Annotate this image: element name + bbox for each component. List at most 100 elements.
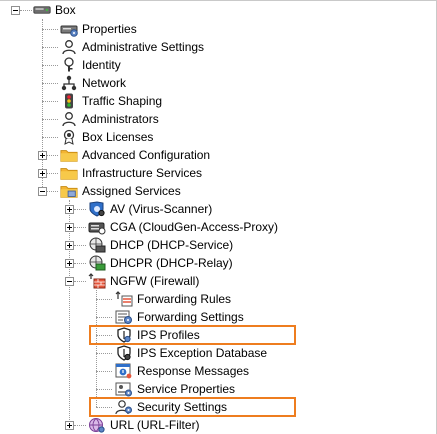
node-label: Identity xyxy=(82,58,121,72)
expand-dhcp-toggle[interactable] xyxy=(65,241,74,250)
collapse-box-toggle[interactable] xyxy=(11,6,20,15)
node-label: Response Messages xyxy=(137,364,250,378)
access-proxy-icon xyxy=(88,218,106,236)
tree-node-cga[interactable]: CGA (CloudGen-Access-Proxy) xyxy=(88,218,278,236)
tree-connector xyxy=(74,281,86,282)
tree-connector xyxy=(96,389,112,390)
administrators-icon xyxy=(60,110,78,128)
node-label: AV (Virus-Scanner) xyxy=(110,202,213,216)
tree-node-advanced-configuration[interactable]: Advanced Configuration xyxy=(60,146,210,164)
highlight-security-settings xyxy=(89,397,296,417)
node-label: Box Licenses xyxy=(82,130,154,144)
expand-av-toggle[interactable] xyxy=(65,205,74,214)
tree-connector xyxy=(42,47,58,48)
service-properties-icon xyxy=(115,380,133,398)
tree-node-box[interactable]: Box xyxy=(33,1,76,19)
expand-advanced-configuration-toggle[interactable] xyxy=(38,151,47,160)
tree-node-identity[interactable]: Identity xyxy=(60,56,121,74)
admin-user-icon xyxy=(60,38,78,56)
configuration-tree: Box Properties Administrative Settings I… xyxy=(0,0,437,434)
node-label: Service Properties xyxy=(137,382,236,396)
tree-connector xyxy=(42,19,43,191)
dhcp-service-icon xyxy=(88,236,106,254)
node-label: IPS Exception Database xyxy=(137,346,268,360)
tree-node-administrators[interactable]: Administrators xyxy=(60,110,159,128)
tree-connector xyxy=(74,263,86,264)
node-label: Administrative Settings xyxy=(82,40,205,54)
tree-connector xyxy=(42,119,58,120)
response-messages-icon xyxy=(115,362,133,380)
tree-node-infrastructure-services[interactable]: Infrastructure Services xyxy=(60,164,202,182)
tree-node-network[interactable]: Network xyxy=(60,74,126,92)
expand-cga-toggle[interactable] xyxy=(65,223,74,232)
tree-node-traffic-shaping[interactable]: Traffic Shaping xyxy=(60,92,162,110)
tree-connector xyxy=(47,191,58,192)
tree-connector xyxy=(74,425,86,426)
node-label: Forwarding Settings xyxy=(137,310,244,324)
tree-connector xyxy=(47,155,58,156)
license-seal-icon xyxy=(60,128,78,146)
tree-connector xyxy=(69,200,70,426)
tree-connector xyxy=(42,65,58,66)
tree-node-properties[interactable]: Properties xyxy=(60,20,137,38)
firewall-icon xyxy=(88,272,106,290)
tree-node-service-properties[interactable]: Service Properties xyxy=(115,380,235,398)
tree-connector xyxy=(42,137,58,138)
node-label: Network xyxy=(82,76,127,90)
node-label: Infrastructure Services xyxy=(82,166,203,180)
url-filter-icon xyxy=(88,416,106,434)
collapse-ngfw-toggle[interactable] xyxy=(65,277,74,286)
node-label: Assigned Services xyxy=(82,184,181,198)
tree-node-ips-exception-database[interactable]: IPS Exception Database xyxy=(115,344,267,362)
tree-connector xyxy=(74,227,86,228)
tree-connector xyxy=(96,299,112,300)
tree-node-forwarding-settings[interactable]: Forwarding Settings xyxy=(115,308,244,326)
collapse-assigned-services-toggle[interactable] xyxy=(38,187,47,196)
forwarding-rules-icon xyxy=(115,290,133,308)
tree-node-assigned-services[interactable]: Assigned Services xyxy=(60,182,181,200)
server-box-icon xyxy=(33,1,51,19)
tree-connector xyxy=(42,29,58,30)
tree-connector xyxy=(74,209,86,210)
node-label: NGFW (Firewall) xyxy=(110,274,200,288)
node-label: DHCP (DHCP-Service) xyxy=(110,238,234,252)
node-label: Advanced Configuration xyxy=(82,148,211,162)
tree-connector xyxy=(96,317,112,318)
network-icon xyxy=(60,74,78,92)
tree-node-response-messages[interactable]: Response Messages xyxy=(115,362,249,380)
properties-icon xyxy=(60,20,78,38)
expand-dhcpr-toggle[interactable] xyxy=(65,259,74,268)
tree-node-url[interactable]: URL (URL-Filter) xyxy=(88,416,200,434)
services-folder-icon xyxy=(60,182,78,200)
tree-node-dhcpr[interactable]: DHCPR (DHCP-Relay) xyxy=(88,254,233,272)
tree-connector xyxy=(42,83,58,84)
expand-infrastructure-services-toggle[interactable] xyxy=(38,169,47,178)
tree-connector xyxy=(96,371,112,372)
tree-node-dhcp[interactable]: DHCP (DHCP-Service) xyxy=(88,236,233,254)
tree-node-box-licenses[interactable]: Box Licenses xyxy=(60,128,153,146)
expand-url-toggle[interactable] xyxy=(65,421,74,430)
tree-node-av[interactable]: AV (Virus-Scanner) xyxy=(88,200,212,218)
tree-node-forwarding-rules[interactable]: Forwarding Rules xyxy=(115,290,231,308)
tree-node-ngfw[interactable]: NGFW (Firewall) xyxy=(88,272,199,290)
ips-exception-icon xyxy=(115,344,133,362)
identity-icon xyxy=(60,56,78,74)
tree-connector xyxy=(20,10,32,11)
node-label: Forwarding Rules xyxy=(137,292,232,306)
box-label: Box xyxy=(55,3,76,17)
highlight-ips-profiles xyxy=(89,325,296,345)
virus-scanner-icon xyxy=(88,200,106,218)
node-label: DHCPR (DHCP-Relay) xyxy=(110,256,233,270)
traffic-light-icon xyxy=(60,92,78,110)
dhcp-relay-icon xyxy=(88,254,106,272)
tree-connector xyxy=(74,245,86,246)
node-label: Properties xyxy=(82,22,137,36)
tree-node-administrative-settings[interactable]: Administrative Settings xyxy=(60,38,204,56)
node-label: URL (URL-Filter) xyxy=(110,418,200,432)
forwarding-settings-icon xyxy=(115,308,133,326)
folder-icon xyxy=(60,164,78,182)
tree-connector xyxy=(42,101,58,102)
tree-connector xyxy=(47,173,58,174)
node-label: Administrators xyxy=(82,112,159,126)
folder-icon xyxy=(60,146,78,164)
